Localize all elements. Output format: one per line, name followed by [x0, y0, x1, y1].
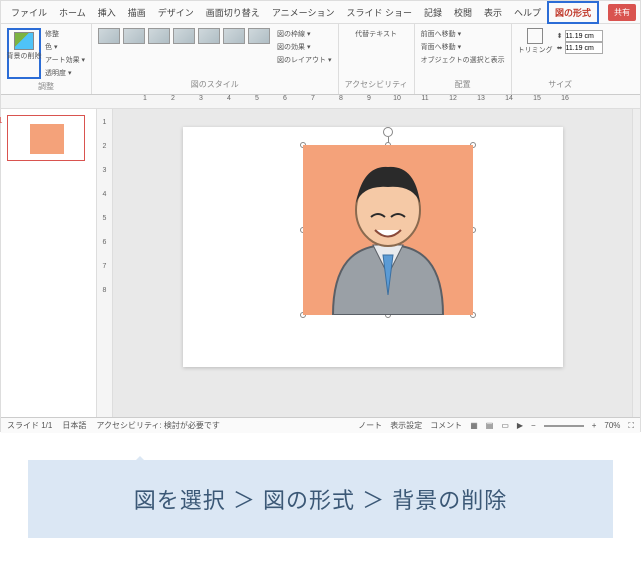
style-preset[interactable]	[248, 28, 270, 44]
thumb-image	[30, 124, 64, 154]
send-backward-button[interactable]: 背面へ移動 ▾	[421, 41, 505, 53]
comments-button[interactable]: コメント	[430, 420, 462, 431]
selected-image[interactable]	[303, 145, 473, 315]
instruction-text: 図を選択 ＞ 図の形式 ＞ 背景の削除	[134, 483, 507, 515]
menu-record[interactable]: 記録	[418, 3, 448, 22]
menu-design[interactable]: デザイン	[152, 3, 200, 22]
menu-home[interactable]: ホーム	[53, 3, 92, 22]
remove-background-icon	[14, 32, 34, 50]
bring-forward-button[interactable]: 前面へ移動 ▾	[421, 28, 505, 40]
canvas[interactable]	[113, 109, 632, 417]
fit-to-window-button[interactable]: ⛶	[628, 421, 634, 431]
group-label-arrange: 配置	[421, 79, 505, 90]
style-preset[interactable]	[98, 28, 120, 44]
zoom-slider[interactable]	[544, 425, 584, 427]
remove-background-label: 背景の削除	[7, 50, 42, 62]
rotate-handle[interactable]	[383, 127, 393, 137]
crop-icon	[527, 28, 543, 44]
language-indicator[interactable]: 日本語	[62, 420, 86, 431]
menu-review[interactable]: 校閲	[448, 3, 478, 22]
zoom-level[interactable]: 70%	[604, 421, 620, 430]
menu-view[interactable]: 表示	[478, 3, 508, 22]
width-input[interactable]	[565, 42, 603, 54]
menu-animations[interactable]: アニメーション	[266, 3, 341, 22]
menu-picture-format[interactable]: 図の形式	[547, 1, 599, 24]
menu-insert[interactable]: 挿入	[92, 3, 122, 22]
view-normal-icon[interactable]: ▦	[470, 421, 478, 430]
group-arrange: 前面へ移動 ▾ 背面へ移動 ▾ オブジェクトの選択と表示 配置	[415, 24, 512, 94]
picture-effects-button[interactable]: 図の効果 ▾	[277, 41, 331, 53]
corrections-button[interactable]: 修整	[45, 28, 85, 40]
transparency-button[interactable]: 透明度 ▾	[45, 67, 85, 79]
picture-layout-button[interactable]: 図のレイアウト ▾	[277, 54, 331, 66]
group-picture-styles: 図の枠線 ▾ 図の効果 ▾ 図のレイアウト ▾ 図のスタイル	[92, 24, 338, 94]
share-button[interactable]: 共有	[608, 4, 636, 21]
picture-border-button[interactable]: 図の枠線 ▾	[277, 28, 331, 40]
height-input[interactable]	[565, 30, 603, 42]
view-sorter-icon[interactable]: ▤	[486, 421, 494, 430]
group-adjust: 背景の削除 修整 色 ▾ アート効果 ▾ 透明度 ▾ 調整	[1, 24, 92, 94]
slide-number: 1	[0, 116, 2, 125]
accessibility-status[interactable]: アクセシビリティ: 検討が必要です	[96, 420, 220, 431]
person-illustration	[303, 145, 473, 315]
ribbon: 背景の削除 修整 色 ▾ アート効果 ▾ 透明度 ▾ 調整	[1, 23, 640, 95]
instruction-callout: 図を選択 ＞ 図の形式 ＞ 背景の削除	[28, 460, 613, 538]
menu-draw[interactable]: 描画	[122, 3, 152, 22]
selection-pane-button[interactable]: オブジェクトの選択と表示	[421, 54, 505, 66]
crop-button[interactable]: トリミング	[518, 44, 553, 56]
menu-transitions[interactable]: 画面切り替え	[200, 3, 266, 22]
artistic-effects-button[interactable]: アート効果 ▾	[45, 54, 85, 66]
slide-panel: 1	[1, 109, 97, 417]
height-icon: ⬍	[557, 32, 563, 40]
width-icon: ⬌	[557, 44, 563, 52]
slide-counter: スライド 1/1	[7, 420, 52, 431]
style-preset[interactable]	[123, 28, 145, 44]
ruler-horizontal: 12345678910111213141516	[1, 95, 640, 109]
group-label-accessibility: アクセシビリティ	[345, 79, 408, 90]
color-button[interactable]: 色 ▾	[45, 41, 85, 53]
slide-thumbnail[interactable]: 1	[7, 115, 85, 161]
style-preset[interactable]	[173, 28, 195, 44]
group-label-size: サイズ	[518, 79, 603, 90]
remove-background-button[interactable]: 背景の削除	[7, 28, 41, 79]
zoom-out-button[interactable]: −	[531, 421, 536, 430]
style-preset[interactable]	[223, 28, 245, 44]
workspace: 1 12345678	[1, 109, 640, 417]
notes-button[interactable]: ノート	[358, 420, 382, 431]
slide[interactable]	[183, 127, 563, 367]
group-accessibility: 代替テキスト アクセシビリティ	[339, 24, 415, 94]
style-preset[interactable]	[198, 28, 220, 44]
statusbar: スライド 1/1 日本語 アクセシビリティ: 検討が必要です ノート 表示設定 …	[1, 417, 640, 433]
zoom-in-button[interactable]: +	[592, 421, 597, 430]
menu-help[interactable]: ヘルプ	[508, 3, 547, 22]
view-slideshow-icon[interactable]: ▶	[517, 421, 523, 430]
group-label-adjust: 調整	[7, 81, 85, 92]
group-label-styles: 図のスタイル	[98, 79, 331, 90]
group-size: トリミング ⬍ ⬌ サイズ	[512, 24, 609, 94]
ruler-vertical: 12345678	[97, 109, 113, 417]
menu-file[interactable]: ファイル	[5, 3, 53, 22]
view-reading-icon[interactable]: ▭	[501, 421, 509, 430]
menu-slideshow[interactable]: スライド ショー	[340, 3, 418, 22]
menubar: ファイル ホーム 挿入 描画 デザイン 画面切り替え アニメーション スライド …	[1, 1, 640, 23]
scrollbar-vertical[interactable]	[632, 109, 640, 417]
display-settings-button[interactable]: 表示設定	[390, 420, 422, 431]
alt-text-button[interactable]: 代替テキスト	[345, 28, 408, 40]
powerpoint-window: ファイル ホーム 挿入 描画 デザイン 画面切り替え アニメーション スライド …	[0, 0, 641, 432]
style-preset[interactable]	[148, 28, 170, 44]
